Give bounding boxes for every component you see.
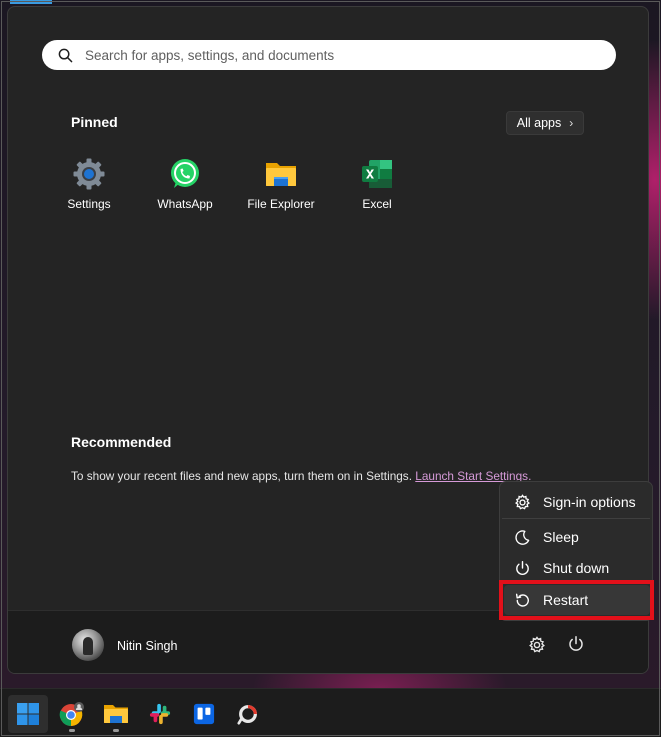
folder-icon xyxy=(264,157,298,191)
restart-item[interactable]: Restart xyxy=(504,585,650,615)
recommended-heading: Recommended xyxy=(71,434,172,450)
shut-down-item[interactable]: Shut down xyxy=(500,553,652,583)
all-apps-label: All apps xyxy=(516,116,562,130)
shut-down-label: Shut down xyxy=(543,560,610,576)
user-name[interactable]: Nitin Singh xyxy=(117,639,177,653)
power-icon xyxy=(516,560,529,575)
settings-gear-icon xyxy=(72,157,106,191)
gear-icon[interactable] xyxy=(528,636,546,654)
restart-label: Restart xyxy=(543,592,589,608)
moon-icon xyxy=(515,529,530,545)
ring-app-icon xyxy=(237,705,257,725)
trello-icon xyxy=(193,703,215,725)
search-icon xyxy=(58,48,73,62)
power-icon[interactable] xyxy=(567,635,585,653)
sleep-item[interactable]: Sleep xyxy=(500,522,652,552)
gear-icon xyxy=(515,493,530,510)
folder-icon xyxy=(104,705,128,723)
chrome-icon xyxy=(59,702,84,726)
pinned-app-excel[interactable]: Excel xyxy=(329,157,425,219)
start-button[interactable] xyxy=(8,695,48,733)
pinned-app-settings[interactable]: Settings xyxy=(41,157,137,219)
restart-icon xyxy=(515,593,529,607)
taskbar-slack[interactable] xyxy=(140,695,180,733)
sign-in-options-item[interactable]: Sign-in options xyxy=(500,487,652,517)
running-indicator xyxy=(69,729,75,732)
pinned-app-label: File Explorer xyxy=(247,197,315,211)
recommended-message: To show your recent files and new apps, … xyxy=(71,469,531,483)
avatar[interactable] xyxy=(72,629,104,661)
pinned-app-label: WhatsApp xyxy=(157,197,213,211)
slack-icon xyxy=(149,703,171,725)
pinned-app-label: Settings xyxy=(67,197,111,211)
running-indicator xyxy=(113,729,119,732)
all-apps-button[interactable]: All apps › xyxy=(506,111,584,135)
search-input[interactable]: Search for apps, settings, and documents xyxy=(42,40,616,70)
taskbar-app[interactable] xyxy=(228,695,268,733)
excel-icon xyxy=(360,157,394,191)
pinned-app-label: Excel xyxy=(362,197,392,211)
taskbar-chrome[interactable] xyxy=(52,695,92,733)
sign-in-options-label: Sign-in options xyxy=(543,494,636,510)
pinned-app-file-explorer[interactable]: File Explorer xyxy=(233,157,329,219)
whatsapp-icon xyxy=(168,157,202,191)
taskbar xyxy=(0,688,661,737)
taskbar-file-explorer[interactable] xyxy=(96,695,136,733)
power-menu: Sign-in options Sleep Shut down Restart xyxy=(499,481,653,621)
search-placeholder: Search for apps, settings, and documents xyxy=(85,47,335,63)
sleep-label: Sleep xyxy=(543,529,579,545)
pinned-heading: Pinned xyxy=(71,114,118,130)
chevron-right-icon: › xyxy=(569,116,574,130)
divider xyxy=(502,518,650,519)
pinned-app-whatsapp[interactable]: WhatsApp xyxy=(137,157,233,219)
windows-logo-icon xyxy=(17,703,39,725)
taskbar-trello[interactable] xyxy=(184,695,224,733)
recommended-text: To show your recent files and new apps, … xyxy=(71,469,412,483)
